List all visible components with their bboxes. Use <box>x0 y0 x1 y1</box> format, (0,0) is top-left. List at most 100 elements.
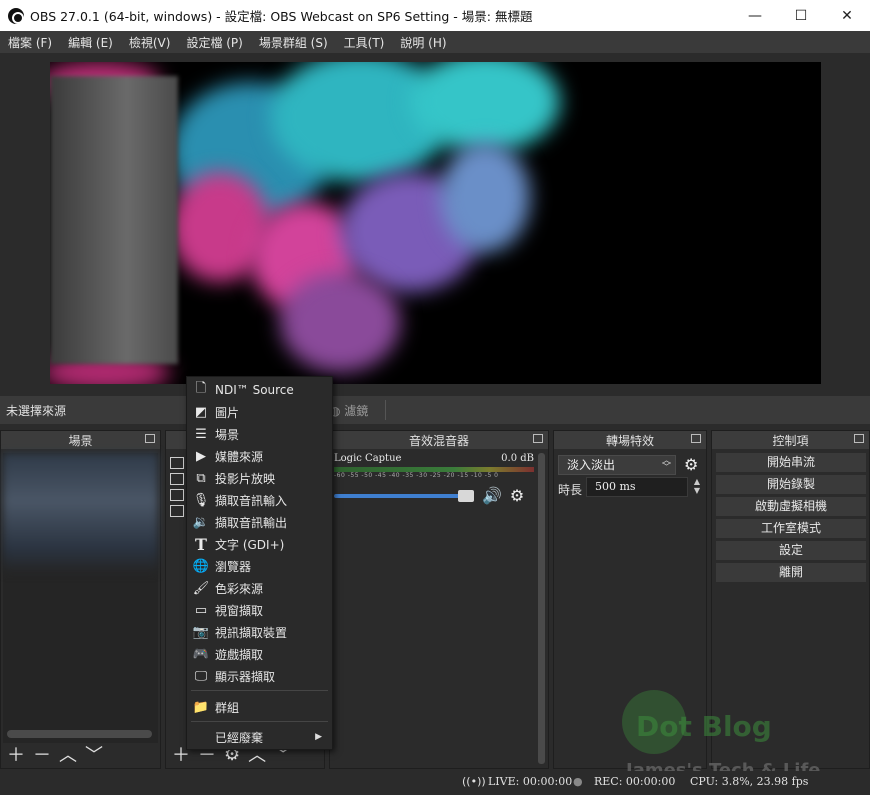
text-icon: T <box>195 534 207 554</box>
volume-slider-handle[interactable] <box>458 489 474 502</box>
menu-tools[interactable]: 工具(T) <box>336 34 393 51</box>
transitions-dock-header: 轉場特效 <box>554 431 706 449</box>
menu-item-label: 已經廢棄 <box>215 730 264 745</box>
menu-separator <box>191 690 328 691</box>
title-bar: OBS 27.0.1 (64-bit, windows) - 設定檔: OBS … <box>0 0 870 31</box>
obs-logo-icon <box>8 7 24 24</box>
speaker-icon[interactable]: 🔊 <box>482 486 502 505</box>
maximize-button[interactable]: ☐ <box>778 0 824 31</box>
camera-icon: 📷 <box>192 624 210 640</box>
volume-slider[interactable] <box>334 489 474 502</box>
rec-timer: REC: 00:00:00 <box>594 775 676 788</box>
blurred-scene-items <box>3 453 158 573</box>
transition-select[interactable]: 淡入淡出 ︿ ﹀ <box>558 455 676 475</box>
move-down-icon[interactable]: ﹀ <box>85 741 103 767</box>
move-up-icon[interactable]: ︿ <box>59 741 77 767</box>
menu-item-audio-input[interactable]: 🎙 擷取音訊輸入 <box>187 489 332 511</box>
volume-meter <box>334 467 534 472</box>
mixer-scrollbar[interactable] <box>538 453 545 764</box>
window-title: OBS 27.0.1 (64-bit, windows) - 設定檔: OBS … <box>30 9 533 24</box>
controls-dock-title: 控制項 <box>772 433 809 448</box>
menu-item-audio-output[interactable]: 🔉 擷取音訊輸出 <box>187 511 332 533</box>
globe-icon: 🌐 <box>192 558 210 574</box>
chevron-updown-icon: ︿ ﹀ <box>661 456 671 473</box>
menu-item-scene[interactable]: ☰ 場景 <box>187 423 332 445</box>
mixer-dock-header: 音效混音器 <box>330 431 548 449</box>
close-button[interactable]: ✕ <box>824 0 870 31</box>
menu-item-label: 遊戲擷取 <box>215 647 264 662</box>
filters-button[interactable]: ◍ 濾鏡 <box>330 402 368 419</box>
menu-view[interactable]: 檢視(V) <box>121 34 179 51</box>
menu-item-media-source[interactable]: ▶ 媒體來源 <box>187 445 332 467</box>
float-dock-icon[interactable] <box>533 434 543 443</box>
duration-stepper[interactable]: ▲ ▼ <box>690 477 704 497</box>
menu-item-game-capture[interactable]: 🎮 遊戲擷取 <box>187 643 332 665</box>
file-icon: 🗋 <box>195 381 207 396</box>
smoke-blob <box>280 272 400 372</box>
meter-ticks: -60 -55 -50 -45 -40 -35 -30 -25 -20 -15 … <box>334 472 499 479</box>
slideshow-icon: ⧉ <box>196 470 206 486</box>
float-dock-icon[interactable] <box>145 434 155 443</box>
menu-item-image[interactable]: ◩ 圖片 <box>187 401 332 423</box>
menu-item-label: 色彩來源 <box>215 581 264 596</box>
studio-mode-button[interactable]: 工作室模式 <box>716 519 866 538</box>
transition-selected: 淡入淡出 <box>567 458 616 472</box>
menu-item-label: 擷取音訊輸入 <box>215 493 288 508</box>
microphone-icon: 🎙 <box>192 492 210 508</box>
scenes-list[interactable] <box>3 453 158 743</box>
gear-icon[interactable]: ⚙ <box>510 486 524 505</box>
float-dock-icon[interactable] <box>854 434 864 443</box>
exit-button[interactable]: 離開 <box>716 563 866 582</box>
menu-item-window-capture[interactable]: ▭ 視窗擷取 <box>187 599 332 621</box>
window-icon: ▭ <box>194 602 208 618</box>
menu-item-browser[interactable]: 🌐 瀏覽器 <box>187 555 332 577</box>
menu-separator <box>191 721 328 722</box>
menu-item-video-capture[interactable]: 📷 視訊擷取裝置 <box>187 621 332 643</box>
scenes-scrollbar[interactable] <box>7 730 152 738</box>
status-bar: ((•)) LIVE: 00:00:00 ● REC: 00:00:00 CPU… <box>0 771 870 795</box>
menu-item-label: 瀏覽器 <box>215 559 252 574</box>
preview-canvas[interactable] <box>50 62 821 384</box>
smoke-blob <box>440 142 530 252</box>
controls-dock-header: 控制項 <box>712 431 869 449</box>
scenes-footer: ＋ － ︿ ﹀ <box>1 740 160 768</box>
menu-edit[interactable]: 編輯 (E) <box>60 34 121 51</box>
image-icon <box>170 473 184 485</box>
mixer-dock-title: 音效混音器 <box>408 433 469 448</box>
add-scene-icon[interactable]: ＋ <box>7 741 25 767</box>
live-timer: LIVE: 00:00:00 <box>488 775 573 788</box>
menu-item-label: 視訊擷取裝置 <box>215 625 288 640</box>
scenes-dock-title: 場景 <box>68 433 93 448</box>
menu-profile[interactable]: 設定檔 (P) <box>178 34 250 51</box>
duration-input[interactable]: 500 ms <box>586 477 688 497</box>
settings-button[interactable]: 設定 <box>716 541 866 560</box>
minimize-button[interactable]: — <box>732 0 778 31</box>
start-virtual-camera-button[interactable]: 啟動虛擬相機 <box>716 497 866 516</box>
start-streaming-button[interactable]: 開始串流 <box>716 453 866 472</box>
menu-item-label: 文字 (GDI+) <box>215 537 285 552</box>
blurred-webcam <box>50 76 178 364</box>
list-icon: ☰ <box>195 426 207 442</box>
source-toolbar: 未選擇來源 ◍ 濾鏡 <box>0 396 870 424</box>
menu-file[interactable]: 檔案 (F) <box>0 34 60 51</box>
menu-item-ndi-source[interactable]: 🗋 NDI™ Source <box>187 379 332 401</box>
menu-item-label: 擷取音訊輸出 <box>215 515 288 530</box>
menu-item-label: NDI™ Source <box>215 383 294 397</box>
scenes-dock: 場景 ＋ － ︿ ﹀ <box>0 430 161 769</box>
menu-item-deprecated[interactable]: 已經廢棄 ▶ <box>187 726 332 748</box>
start-recording-button[interactable]: 開始錄製 <box>716 475 866 494</box>
image-icon: ◩ <box>194 404 208 420</box>
gear-icon[interactable]: ⚙ <box>684 455 698 474</box>
remove-scene-icon[interactable]: － <box>33 741 51 767</box>
menu-item-group[interactable]: 📁 群組 <box>187 696 332 718</box>
menu-help[interactable]: 說明 (H) <box>392 34 454 51</box>
menu-item-text-gdi[interactable]: T 文字 (GDI+) <box>187 533 332 555</box>
menu-item-color-source[interactable]: 🖌 色彩來源 <box>187 577 332 599</box>
menu-item-label: 顯示器擷取 <box>215 669 276 684</box>
brush-icon: 🖌 <box>192 580 210 596</box>
menu-item-label: 群組 <box>215 700 240 715</box>
menu-scene-collection[interactable]: 場景群組 (S) <box>251 34 336 51</box>
float-dock-icon[interactable] <box>691 434 701 443</box>
menu-item-display-capture[interactable]: 🖵 顯示器擷取 <box>187 665 332 687</box>
menu-item-slideshow[interactable]: ⧉ 投影片放映 <box>187 467 332 489</box>
